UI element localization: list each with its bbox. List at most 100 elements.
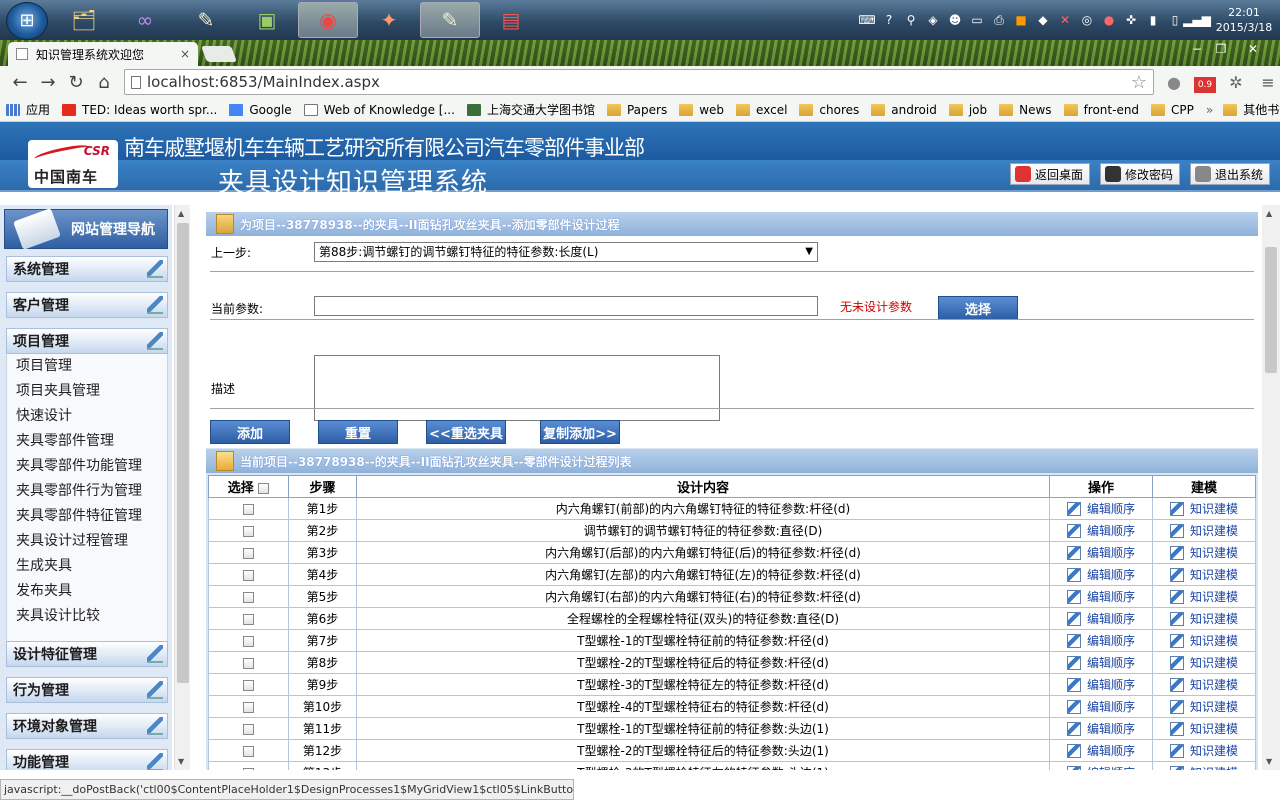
visual-studio-icon[interactable]: ∞ (115, 2, 175, 38)
scroll-thumb[interactable] (177, 223, 189, 683)
menu-icon[interactable]: ≡ (1256, 70, 1280, 94)
current-param-input[interactable] (314, 296, 818, 316)
sidebar-cat-behavior[interactable]: 行为管理 (6, 677, 168, 703)
network-app-icon[interactable]: ◈ (924, 11, 942, 29)
bookmark-folder-news[interactable]: News (999, 103, 1052, 117)
edit-order-link[interactable]: 编辑顺序 (1050, 632, 1152, 649)
knowledge-modeling-link[interactable]: 知识建模 (1153, 742, 1255, 759)
usb-icon[interactable]: ▮ (1144, 11, 1162, 29)
home-icon[interactable]: ⌂ (90, 68, 118, 96)
sidebar-item-publish-fixture[interactable]: 发布夹具 (7, 579, 167, 604)
knowledge-modeling-link[interactable]: 知识建模 (1153, 522, 1255, 539)
logout-button[interactable]: 退出系统 (1190, 163, 1271, 185)
extension-globe-icon[interactable]: ● (1162, 70, 1186, 94)
tools2-icon[interactable]: ✎ (420, 2, 480, 38)
disc-icon[interactable]: ◎ (1078, 11, 1096, 29)
add-button[interactable]: 添加 (210, 420, 290, 444)
prev-step-select[interactable]: 第88步:调节螺钉的调节螺钉特征的特征参数:长度(L) ▼ (314, 242, 818, 262)
close-window-icon[interactable]: ✕ (1242, 42, 1264, 56)
edit-order-link[interactable]: 编辑顺序 (1050, 566, 1152, 583)
edit-order-link[interactable]: 编辑顺序 (1050, 500, 1152, 517)
knowledge-modeling-link[interactable]: 知识建模 (1153, 654, 1255, 671)
edit-order-link[interactable]: 编辑顺序 (1050, 588, 1152, 605)
sidebar-item-fixture-part[interactable]: 夹具零部件管理 (7, 429, 167, 454)
edit-order-link[interactable]: 编辑顺序 (1050, 676, 1152, 693)
reload-icon[interactable]: ↻ (62, 68, 90, 96)
mute-icon[interactable]: ✕ (1056, 11, 1074, 29)
bookmark-star-icon[interactable]: ☆ (1131, 72, 1147, 93)
shield-icon[interactable]: ◆ (1034, 11, 1052, 29)
explorer-icon[interactable]: 🗂 (54, 2, 114, 38)
app-orange-icon[interactable]: ■ (1012, 11, 1030, 29)
row-checkbox[interactable] (243, 591, 254, 603)
back-icon[interactable]: ← (6, 68, 34, 96)
copy-add-button[interactable]: 复制添加>> (540, 420, 620, 444)
back-to-desktop-button[interactable]: 返回桌面 (1010, 163, 1091, 185)
address-bar[interactable]: localhost:6853/MainIndex.aspx ☆ (124, 69, 1154, 95)
extension-badge-icon[interactable]: 0.9 (1194, 77, 1216, 93)
row-checkbox[interactable] (243, 723, 254, 735)
sidebar-cat-environment[interactable]: 环境对象管理 (6, 713, 168, 739)
knowledge-modeling-link[interactable]: 知识建模 (1153, 632, 1255, 649)
page-scrollbar[interactable]: ▲ ▼ (1262, 205, 1280, 770)
chrome-icon[interactable]: ◉ (298, 2, 358, 38)
clock[interactable]: 22:01 2015/3/18 (1214, 5, 1274, 35)
bookmark-folder-front-end[interactable]: front-end (1063, 103, 1139, 117)
bookmark-wok[interactable]: Web of Knowledge [... (303, 103, 455, 117)
sidebar-item-part-function[interactable]: 夹具零部件功能管理 (7, 454, 167, 479)
sidebar-item-project[interactable]: 项目管理 (7, 354, 167, 379)
sidebar-item-quick-design[interactable]: 快速设计 (7, 404, 167, 429)
row-checkbox[interactable] (243, 503, 254, 515)
knowledge-modeling-link[interactable]: 知识建模 (1153, 544, 1255, 561)
sidebar-item-part-behavior[interactable]: 夹具零部件行为管理 (7, 479, 167, 504)
more-bookmarks-icon[interactable]: » (1206, 103, 1213, 117)
reset-button[interactable]: 重置 (318, 420, 398, 444)
start-button[interactable]: ⊞ (6, 1, 48, 40)
bookmark-folder-cpp[interactable]: CPP (1151, 103, 1194, 117)
sidebar-item-part-feature[interactable]: 夹具零部件特征管理 (7, 504, 167, 529)
sidebar-scrollbar[interactable]: ▲ ▼ (174, 205, 190, 770)
browser-tab[interactable]: 知识管理系统欢迎您 × (8, 42, 198, 66)
bookmark-folder-android[interactable]: android (871, 103, 937, 117)
keyboard-icon[interactable]: ⌨ (858, 11, 876, 29)
knowledge-modeling-link[interactable]: 知识建模 (1153, 500, 1255, 517)
scroll-down-icon[interactable]: ▼ (178, 757, 184, 766)
android-icon[interactable]: ▣ (237, 2, 297, 38)
sidebar-cat-function[interactable]: 功能管理 (6, 749, 168, 770)
sidebar-item-compare[interactable]: 夹具设计比较 (7, 604, 167, 629)
edit-order-link[interactable]: 编辑顺序 (1050, 544, 1152, 561)
row-checkbox[interactable] (243, 613, 254, 625)
help-icon[interactable]: ? (880, 11, 898, 29)
edit-order-link[interactable]: 编辑顺序 (1050, 522, 1152, 539)
edit-order-link[interactable]: 编辑顺序 (1050, 720, 1152, 737)
edit-order-link[interactable]: 编辑顺序 (1050, 610, 1152, 627)
bookmark-sjtu-library[interactable]: 上海交通大学图书馆 (466, 101, 595, 118)
description-textarea[interactable] (314, 355, 720, 421)
battery-icon[interactable]: ▯ (1166, 11, 1184, 29)
edit-order-link[interactable]: 编辑顺序 (1050, 698, 1152, 715)
row-checkbox[interactable] (243, 525, 254, 537)
extension-film-icon[interactable]: ✲ (1224, 70, 1248, 94)
knowledge-modeling-link[interactable]: 知识建模 (1153, 566, 1255, 583)
edit-order-link[interactable]: 编辑顺序 (1050, 654, 1152, 671)
bookmark-google[interactable]: Google (229, 103, 292, 117)
ppt-icon[interactable]: ✦ (359, 2, 419, 38)
row-checkbox[interactable] (243, 569, 254, 581)
bookmark-folder-papers[interactable]: Papers (606, 103, 667, 117)
new-tab-button[interactable] (201, 46, 237, 62)
scroll-up-icon[interactable]: ▲ (178, 209, 184, 218)
bookmark-other[interactable]: 其他书签 (1223, 101, 1280, 118)
printer-icon[interactable]: ⎙ (990, 11, 1008, 29)
row-checkbox[interactable] (243, 701, 254, 713)
row-checkbox[interactable] (243, 547, 254, 559)
sidebar-item-project-fixture[interactable]: 项目夹具管理 (7, 379, 167, 404)
signal-icon[interactable]: ▂▄▆ (1183, 11, 1211, 29)
sidebar-cat-customer[interactable]: 客户管理 (6, 292, 168, 318)
sidebar-cat-project[interactable]: 项目管理 (6, 328, 168, 354)
knowledge-modeling-link[interactable]: 知识建模 (1153, 676, 1255, 693)
row-checkbox[interactable] (243, 635, 254, 647)
bookmark-folder-web[interactable]: web (679, 103, 724, 117)
pin-icon[interactable]: ⚲ (902, 11, 920, 29)
select-all-checkbox[interactable] (258, 483, 270, 494)
knowledge-modeling-link[interactable]: 知识建模 (1153, 610, 1255, 627)
